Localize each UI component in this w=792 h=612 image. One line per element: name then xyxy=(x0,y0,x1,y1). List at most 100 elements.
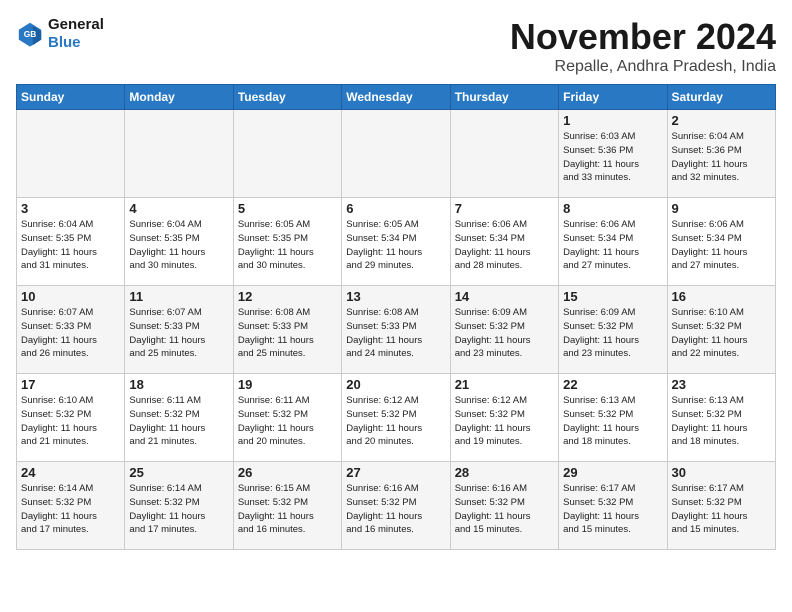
weekday-header-thursday: Thursday xyxy=(450,85,558,110)
calendar-cell: 29Sunrise: 6:17 AM Sunset: 5:32 PM Dayli… xyxy=(559,462,667,550)
day-number: 11 xyxy=(129,289,228,304)
calendar-cell: 1 Sunrise: 6:03 AM Sunset: 5:36 PM Daylig… xyxy=(559,110,667,198)
day-info: Sunrise: 6:10 AM Sunset: 5:32 PM Dayligh… xyxy=(672,306,771,361)
day-number: 3 xyxy=(21,201,120,216)
day-info: Sunrise: 6:17 AM Sunset: 5:32 PM Dayligh… xyxy=(563,482,662,537)
calendar-week-row: 1 Sunrise: 6:03 AM Sunset: 5:36 PM Daylig… xyxy=(17,110,776,198)
day-number: 8 xyxy=(563,201,662,216)
day-info: Sunrise: 6:14 AM Sunset: 5:32 PM Dayligh… xyxy=(21,482,120,537)
weekday-header-friday: Friday xyxy=(559,85,667,110)
svg-text:GB: GB xyxy=(24,29,37,39)
day-number: 9 xyxy=(672,201,771,216)
calendar-cell: 23Sunrise: 6:13 AM Sunset: 5:32 PM Dayli… xyxy=(667,374,775,462)
day-number: 28 xyxy=(455,465,554,480)
day-info: Sunrise: 6:11 AM Sunset: 5:32 PM Dayligh… xyxy=(129,394,228,449)
calendar-body: 1 Sunrise: 6:03 AM Sunset: 5:36 PM Daylig… xyxy=(17,110,776,550)
day-number: 16 xyxy=(672,289,771,304)
day-number: 27 xyxy=(346,465,445,480)
day-number: 23 xyxy=(672,377,771,392)
day-number: 20 xyxy=(346,377,445,392)
weekday-header-tuesday: Tuesday xyxy=(233,85,341,110)
month-title: November 2024 xyxy=(510,16,776,58)
day-info: Sunrise: 6:13 AM Sunset: 5:32 PM Dayligh… xyxy=(563,394,662,449)
day-info: Sunrise: 6:04 AM Sunset: 5:36 PM Dayligh… xyxy=(672,130,771,185)
day-number: 30 xyxy=(672,465,771,480)
weekday-header-wednesday: Wednesday xyxy=(342,85,450,110)
calendar-cell: 28 Sunrise: 6:16 AM Sunset: 5:32 PM Dayli… xyxy=(450,462,558,550)
weekday-header-saturday: Saturday xyxy=(667,85,775,110)
day-number: 21 xyxy=(455,377,554,392)
calendar-cell: 26 Sunrise: 6:15 AM Sunset: 5:32 PM Dayli… xyxy=(233,462,341,550)
day-number: 26 xyxy=(238,465,337,480)
day-info: Sunrise: 6:16 AM Sunset: 5:32 PM Dayligh… xyxy=(455,482,554,537)
day-info: Sunrise: 6:08 AM Sunset: 5:33 PM Dayligh… xyxy=(238,306,337,361)
day-info: Sunrise: 6:05 AM Sunset: 5:34 PM Dayligh… xyxy=(346,218,445,273)
location-title: Repalle, Andhra Pradesh, India xyxy=(510,58,776,76)
calendar-cell: 9 Sunrise: 6:06 AM Sunset: 5:34 PM Daylig… xyxy=(667,198,775,286)
calendar-header-row: SundayMondayTuesdayWednesdayThursdayFrid… xyxy=(17,85,776,110)
day-info: Sunrise: 6:07 AM Sunset: 5:33 PM Dayligh… xyxy=(21,306,120,361)
day-number: 6 xyxy=(346,201,445,216)
day-info: Sunrise: 6:12 AM Sunset: 5:32 PM Dayligh… xyxy=(346,394,445,449)
day-number: 4 xyxy=(129,201,228,216)
calendar-cell: 2 Sunrise: 6:04 AM Sunset: 5:36 PM Daylig… xyxy=(667,110,775,198)
header: GB General Blue November 2024 Repalle, A… xyxy=(16,16,776,76)
day-number: 17 xyxy=(21,377,120,392)
calendar-cell: 3 Sunrise: 6:04 AM Sunset: 5:35 PM Daylig… xyxy=(17,198,125,286)
day-number: 1 xyxy=(563,113,662,128)
calendar-week-row: 3 Sunrise: 6:04 AM Sunset: 5:35 PM Daylig… xyxy=(17,198,776,286)
calendar-cell xyxy=(17,110,125,198)
day-info: Sunrise: 6:05 AM Sunset: 5:35 PM Dayligh… xyxy=(238,218,337,273)
day-info: Sunrise: 6:06 AM Sunset: 5:34 PM Dayligh… xyxy=(455,218,554,273)
calendar-cell: 17 Sunrise: 6:10 AM Sunset: 5:32 PM Dayli… xyxy=(17,374,125,462)
day-number: 5 xyxy=(238,201,337,216)
logo: GB General Blue xyxy=(16,16,104,52)
day-info: Sunrise: 6:03 AM Sunset: 5:36 PM Dayligh… xyxy=(563,130,662,185)
day-number: 18 xyxy=(129,377,228,392)
day-info: Sunrise: 6:10 AM Sunset: 5:32 PM Dayligh… xyxy=(21,394,120,449)
calendar-cell: 19 Sunrise: 6:11 AM Sunset: 5:32 PM Dayli… xyxy=(233,374,341,462)
day-number: 22 xyxy=(563,377,662,392)
calendar-cell: 20 Sunrise: 6:12 AM Sunset: 5:32 PM Dayli… xyxy=(342,374,450,462)
calendar-cell: 22 Sunrise: 6:13 AM Sunset: 5:32 PM Dayli… xyxy=(559,374,667,462)
calendar-cell xyxy=(450,110,558,198)
calendar-cell: 15 Sunrise: 6:09 AM Sunset: 5:32 PM Dayli… xyxy=(559,286,667,374)
day-info: Sunrise: 6:12 AM Sunset: 5:32 PM Dayligh… xyxy=(455,394,554,449)
calendar-cell: 16 Sunrise: 6:10 AM Sunset: 5:32 PM Dayli… xyxy=(667,286,775,374)
calendar-cell: 12Sunrise: 6:08 AM Sunset: 5:33 PM Dayli… xyxy=(233,286,341,374)
calendar-cell: 7 Sunrise: 6:06 AM Sunset: 5:34 PM Daylig… xyxy=(450,198,558,286)
day-number: 14 xyxy=(455,289,554,304)
day-number: 25 xyxy=(129,465,228,480)
day-info: Sunrise: 6:09 AM Sunset: 5:32 PM Dayligh… xyxy=(563,306,662,361)
day-number: 19 xyxy=(238,377,337,392)
day-info: Sunrise: 6:06 AM Sunset: 5:34 PM Dayligh… xyxy=(563,218,662,273)
logo-line1: General xyxy=(48,16,104,34)
calendar-cell: 25Sunrise: 6:14 AM Sunset: 5:32 PM Dayli… xyxy=(125,462,233,550)
day-number: 7 xyxy=(455,201,554,216)
calendar-cell: 11Sunrise: 6:07 AM Sunset: 5:33 PM Dayli… xyxy=(125,286,233,374)
calendar-cell: 5 Sunrise: 6:05 AM Sunset: 5:35 PM Daylig… xyxy=(233,198,341,286)
calendar-cell: 4 Sunrise: 6:04 AM Sunset: 5:35 PM Daylig… xyxy=(125,198,233,286)
calendar-cell: 18 Sunrise: 6:11 AM Sunset: 5:32 PM Dayli… xyxy=(125,374,233,462)
weekday-header-sunday: Sunday xyxy=(17,85,125,110)
calendar-week-row: 17 Sunrise: 6:10 AM Sunset: 5:32 PM Dayli… xyxy=(17,374,776,462)
day-number: 15 xyxy=(563,289,662,304)
day-info: Sunrise: 6:08 AM Sunset: 5:33 PM Dayligh… xyxy=(346,306,445,361)
day-info: Sunrise: 6:04 AM Sunset: 5:35 PM Dayligh… xyxy=(21,218,120,273)
calendar-cell xyxy=(342,110,450,198)
day-info: Sunrise: 6:09 AM Sunset: 5:32 PM Dayligh… xyxy=(455,306,554,361)
calendar-cell: 24 Sunrise: 6:14 AM Sunset: 5:32 PM Dayli… xyxy=(17,462,125,550)
calendar-cell: 8 Sunrise: 6:06 AM Sunset: 5:34 PM Daylig… xyxy=(559,198,667,286)
day-number: 24 xyxy=(21,465,120,480)
day-info: Sunrise: 6:15 AM Sunset: 5:32 PM Dayligh… xyxy=(238,482,337,537)
calendar-cell: 13Sunrise: 6:08 AM Sunset: 5:33 PM Dayli… xyxy=(342,286,450,374)
calendar-table: SundayMondayTuesdayWednesdayThursdayFrid… xyxy=(16,84,776,550)
day-info: Sunrise: 6:11 AM Sunset: 5:32 PM Dayligh… xyxy=(238,394,337,449)
logo-line2: Blue xyxy=(48,34,104,52)
calendar-week-row: 10Sunrise: 6:07 AM Sunset: 5:33 PM Dayli… xyxy=(17,286,776,374)
day-info: Sunrise: 6:04 AM Sunset: 5:35 PM Dayligh… xyxy=(129,218,228,273)
day-number: 2 xyxy=(672,113,771,128)
day-info: Sunrise: 6:06 AM Sunset: 5:34 PM Dayligh… xyxy=(672,218,771,273)
calendar-cell: 30Sunrise: 6:17 AM Sunset: 5:32 PM Dayli… xyxy=(667,462,775,550)
calendar-cell: 10Sunrise: 6:07 AM Sunset: 5:33 PM Dayli… xyxy=(17,286,125,374)
